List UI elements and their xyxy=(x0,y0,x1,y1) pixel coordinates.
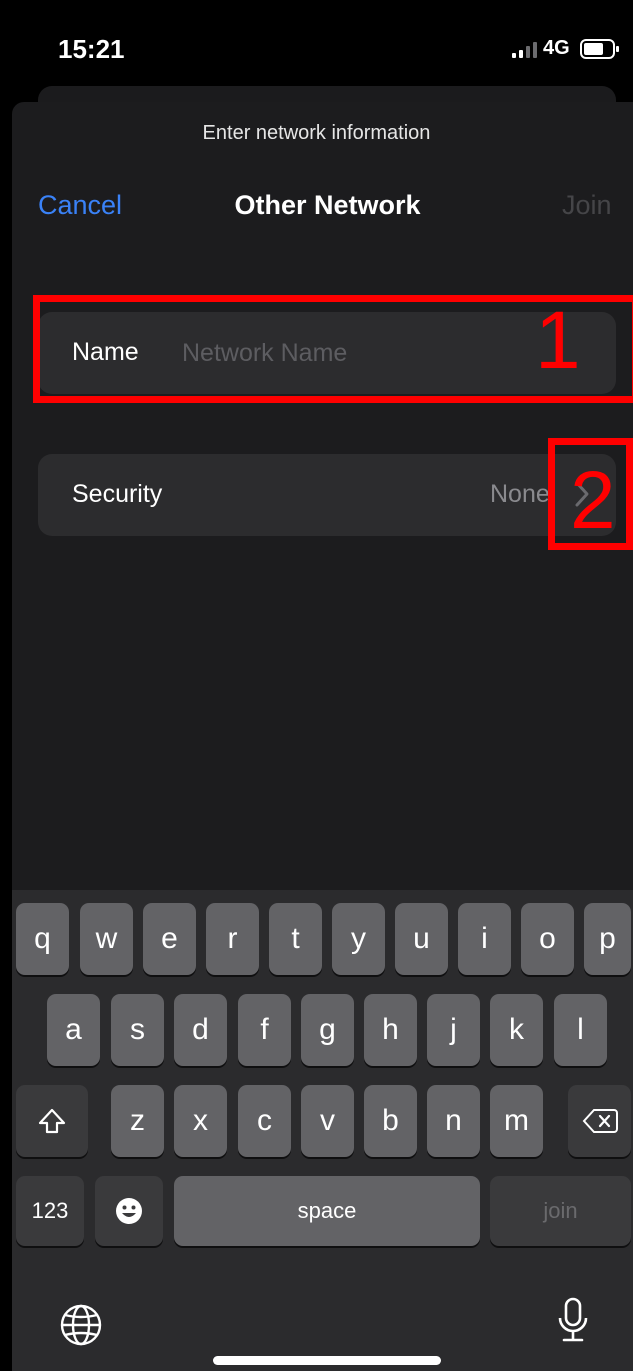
key-i[interactable]: i xyxy=(458,903,511,975)
return-key[interactable]: join xyxy=(490,1176,631,1246)
key-j[interactable]: j xyxy=(427,994,480,1066)
home-indicator xyxy=(213,1356,441,1365)
delete-icon xyxy=(582,1109,618,1133)
space-key[interactable]: space xyxy=(174,1176,480,1246)
status-time: 15:21 xyxy=(58,34,125,64)
key-e[interactable]: e xyxy=(143,903,196,975)
mic-icon[interactable] xyxy=(556,1296,590,1346)
key-m[interactable]: m xyxy=(490,1085,543,1157)
emoji-icon xyxy=(116,1198,142,1224)
key-k[interactable]: k xyxy=(490,994,543,1066)
key-x[interactable]: x xyxy=(174,1085,227,1157)
security-value: None xyxy=(490,480,550,508)
key-a[interactable]: a xyxy=(47,994,100,1066)
key-f[interactable]: f xyxy=(238,994,291,1066)
emoji-key[interactable] xyxy=(95,1176,163,1246)
key-r[interactable]: r xyxy=(206,903,259,975)
key-d[interactable]: d xyxy=(174,994,227,1066)
delete-key[interactable] xyxy=(568,1085,631,1157)
key-u[interactable]: u xyxy=(395,903,448,975)
annotation-label-2: 2 xyxy=(570,455,616,546)
key-s[interactable]: s xyxy=(111,994,164,1066)
signal-icon xyxy=(512,42,537,58)
sheet-subtitle: Enter network information xyxy=(202,122,431,144)
globe-icon[interactable] xyxy=(58,1302,104,1348)
key-n[interactable]: n xyxy=(427,1085,480,1157)
key-q[interactable]: q xyxy=(16,903,69,975)
key-t[interactable]: t xyxy=(269,903,322,975)
sheet-title: Other Network xyxy=(234,190,421,220)
key-v[interactable]: v xyxy=(301,1085,354,1157)
key-h[interactable]: h xyxy=(364,994,417,1066)
key-o[interactable]: o xyxy=(521,903,574,975)
key-c[interactable]: c xyxy=(238,1085,291,1157)
shift-icon xyxy=(38,1108,66,1134)
battery-icon xyxy=(580,39,619,59)
key-w[interactable]: w xyxy=(80,903,133,975)
network-type: 4G xyxy=(543,37,570,59)
annotation-label-1: 1 xyxy=(535,295,581,386)
key-p[interactable]: p xyxy=(584,903,631,975)
security-label: Security xyxy=(72,480,163,508)
key-l[interactable]: l xyxy=(554,994,607,1066)
numbers-key[interactable]: 123 xyxy=(16,1176,84,1246)
key-z[interactable]: z xyxy=(111,1085,164,1157)
key-y[interactable]: y xyxy=(332,903,385,975)
key-b[interactable]: b xyxy=(364,1085,417,1157)
shift-key[interactable] xyxy=(16,1085,88,1157)
join-button[interactable]: Join xyxy=(562,190,612,221)
key-g[interactable]: g xyxy=(301,994,354,1066)
